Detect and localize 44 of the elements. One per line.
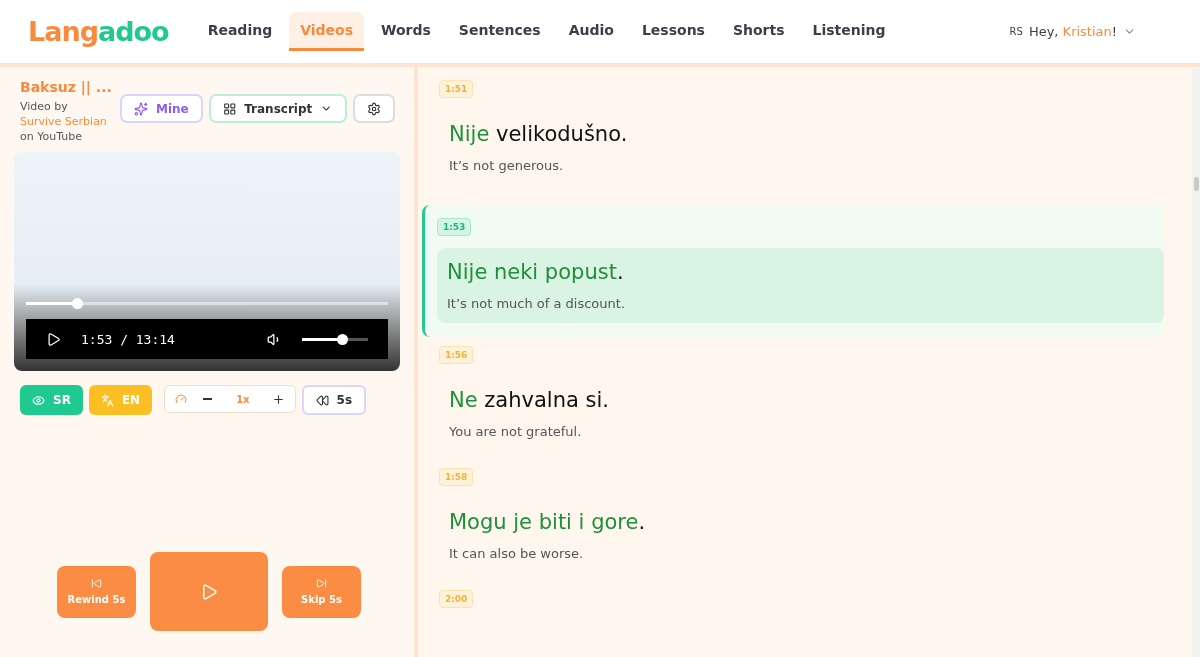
video-byline: Video by Survive Serbian on YouTube: [20, 99, 108, 144]
sentence: Nije neki popust.: [447, 260, 625, 284]
translation: You are not grateful.: [449, 424, 583, 439]
nav-tab[interactable]: Audio: [557, 12, 625, 51]
rewind-button[interactable]: 5s: [301, 385, 367, 415]
sentence: Nije velikodušno.: [449, 122, 629, 146]
nav-tab[interactable]: Videos: [289, 12, 365, 51]
gauge-icon: [175, 393, 188, 405]
timestamp[interactable]: 1:53: [437, 218, 472, 236]
settings-button[interactable]: [352, 94, 395, 123]
minus-icon: [203, 398, 213, 400]
nav-tab[interactable]: Listening: [801, 12, 897, 51]
nav-tab[interactable]: Lessons: [630, 12, 716, 51]
sparkle-icon: [134, 101, 148, 116]
skip-back-icon: [91, 578, 102, 589]
translate-icon: [100, 393, 114, 407]
plus-icon: [271, 392, 285, 406]
logo[interactable]: Langadoo: [28, 16, 169, 47]
play-icon: [200, 582, 218, 601]
speed-value: 1x: [235, 393, 251, 405]
video-time: 1:53 / 13:14: [81, 331, 176, 347]
nav-tab[interactable]: Shorts: [721, 12, 796, 51]
video-title: Baksuz || ...: [20, 79, 113, 95]
translation: It’s not generous.: [449, 158, 565, 173]
sentence: Mogu je biti i gore.: [449, 510, 647, 534]
nav-tab[interactable]: Words: [370, 12, 442, 51]
plus-button[interactable]: [271, 392, 285, 406]
user-menu[interactable]: RS Hey, Kristian!: [1003, 23, 1142, 40]
rewind-icon: [315, 393, 329, 407]
settings-icon: [366, 101, 381, 116]
translation: It’s not much of a discount.: [447, 296, 627, 311]
view-dropdown[interactable]: Transcript: [208, 94, 347, 123]
skip-button[interactable]: Skip 5s: [282, 565, 361, 618]
play-icon[interactable]: [46, 331, 61, 347]
language-toggle[interactable]: SR: [20, 385, 83, 415]
skip-forward-icon: [316, 578, 327, 589]
nav-tab[interactable]: Reading: [196, 12, 284, 51]
mine-button[interactable]: Mine: [120, 94, 203, 123]
eye-icon: [32, 393, 45, 407]
rewind-button[interactable]: Rewind 5s: [57, 565, 136, 618]
nav-tab[interactable]: Sentences: [447, 12, 552, 51]
grid-icon: [222, 101, 237, 116]
sentence: Ne zahvalna si.: [449, 388, 610, 412]
translation: It can also be worse.: [449, 546, 585, 561]
